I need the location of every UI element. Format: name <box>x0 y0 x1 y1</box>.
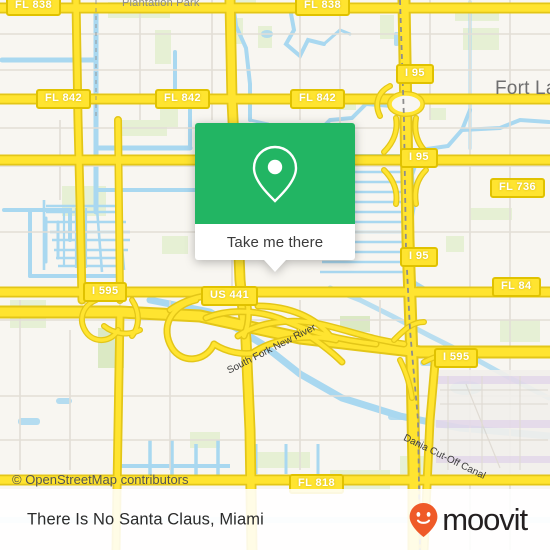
road-shield: FL 84 <box>492 277 541 297</box>
location-popup[interactable]: Take me there <box>195 123 355 272</box>
road-shield: US 441 <box>201 286 259 306</box>
road-shield: FL 838 <box>6 0 62 16</box>
road-shield: I 595 <box>434 348 479 368</box>
moovit-map-screenshot: FL 838 FL 838 I 95 FL 842 FL 842 FL 842 I 95 FL… <box>0 0 550 550</box>
moovit-smiley-pin-icon <box>409 502 438 537</box>
map-place-label: Plantation Park <box>122 0 200 9</box>
road-shield: FL 736 <box>490 178 546 198</box>
map-pin-icon <box>252 145 298 203</box>
place-title: There Is No Santa Claus, Miami <box>27 510 264 528</box>
road-shield: I 95 <box>396 64 434 84</box>
road-shield: FL 842 <box>290 89 346 109</box>
road-shield: FL 838 <box>295 0 351 16</box>
popup-header <box>195 123 355 224</box>
footer-bar: There Is No Santa Claus, Miami moovit <box>0 489 550 550</box>
moovit-brand[interactable]: moovit <box>408 502 528 538</box>
moovit-wordmark: moovit <box>442 502 528 537</box>
map-place-label: Fort La <box>495 78 550 99</box>
road-shield: I 595 <box>83 282 128 302</box>
osm-attribution[interactable]: © OpenStreetMap contributors <box>12 472 189 487</box>
road-shield: I 95 <box>400 247 438 267</box>
road-shield: FL 842 <box>155 89 211 109</box>
map-canvas[interactable]: FL 838 FL 838 I 95 FL 842 FL 842 FL 842 I 95 FL… <box>0 0 550 550</box>
take-me-there-label: Take me there <box>226 233 324 251</box>
popup-pointer <box>264 260 286 272</box>
popup-footer[interactable]: Take me there <box>195 224 355 272</box>
road-shield: I 95 <box>400 148 438 168</box>
road-shield: FL 842 <box>36 89 92 109</box>
